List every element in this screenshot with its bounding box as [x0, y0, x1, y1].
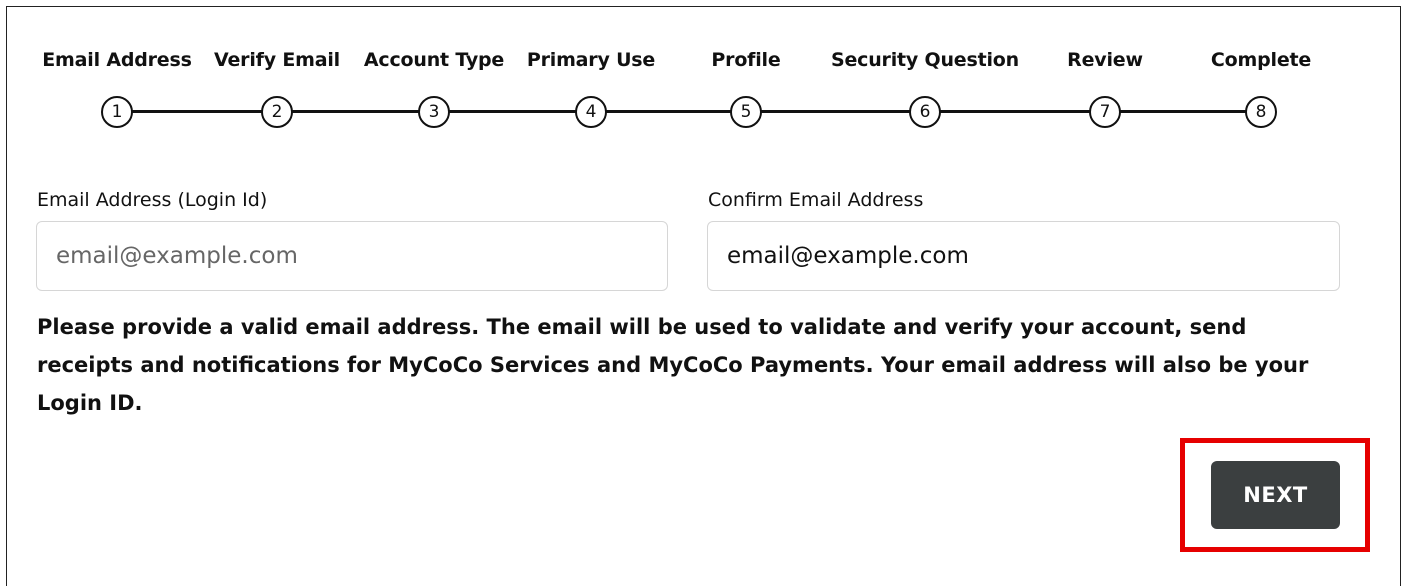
email-help-text: Please provide a valid email address. Th…	[37, 315, 1309, 415]
confirm-email-field[interactable]	[707, 221, 1340, 291]
email-field[interactable]	[36, 221, 668, 291]
step-number-circle: 3	[418, 96, 450, 128]
next-button[interactable]: NEXT	[1211, 461, 1340, 529]
step-complete: Complete 8	[1161, 46, 1361, 128]
step-number-circle: 1	[101, 96, 133, 128]
step-number-circle: 8	[1245, 96, 1277, 128]
step-profile: Profile 5	[646, 46, 846, 128]
step-number-circle: 4	[575, 96, 607, 128]
progress-stepper: Email Address 1 Verify Email 2 Account T…	[0, 0, 1410, 140]
confirm-email-field-label: Confirm Email Address	[708, 189, 924, 211]
step-label: Security Question	[831, 49, 1019, 71]
step-number-circle: 5	[730, 96, 762, 128]
step-label: Profile	[711, 49, 781, 71]
email-field-label: Email Address (Login Id)	[37, 189, 268, 211]
step-security-question: Security Question 6	[825, 46, 1025, 128]
step-number-circle: 7	[1089, 96, 1121, 128]
step-label: Complete	[1210, 49, 1312, 71]
step-number-circle: 2	[261, 96, 293, 128]
step-number-circle: 6	[909, 96, 941, 128]
